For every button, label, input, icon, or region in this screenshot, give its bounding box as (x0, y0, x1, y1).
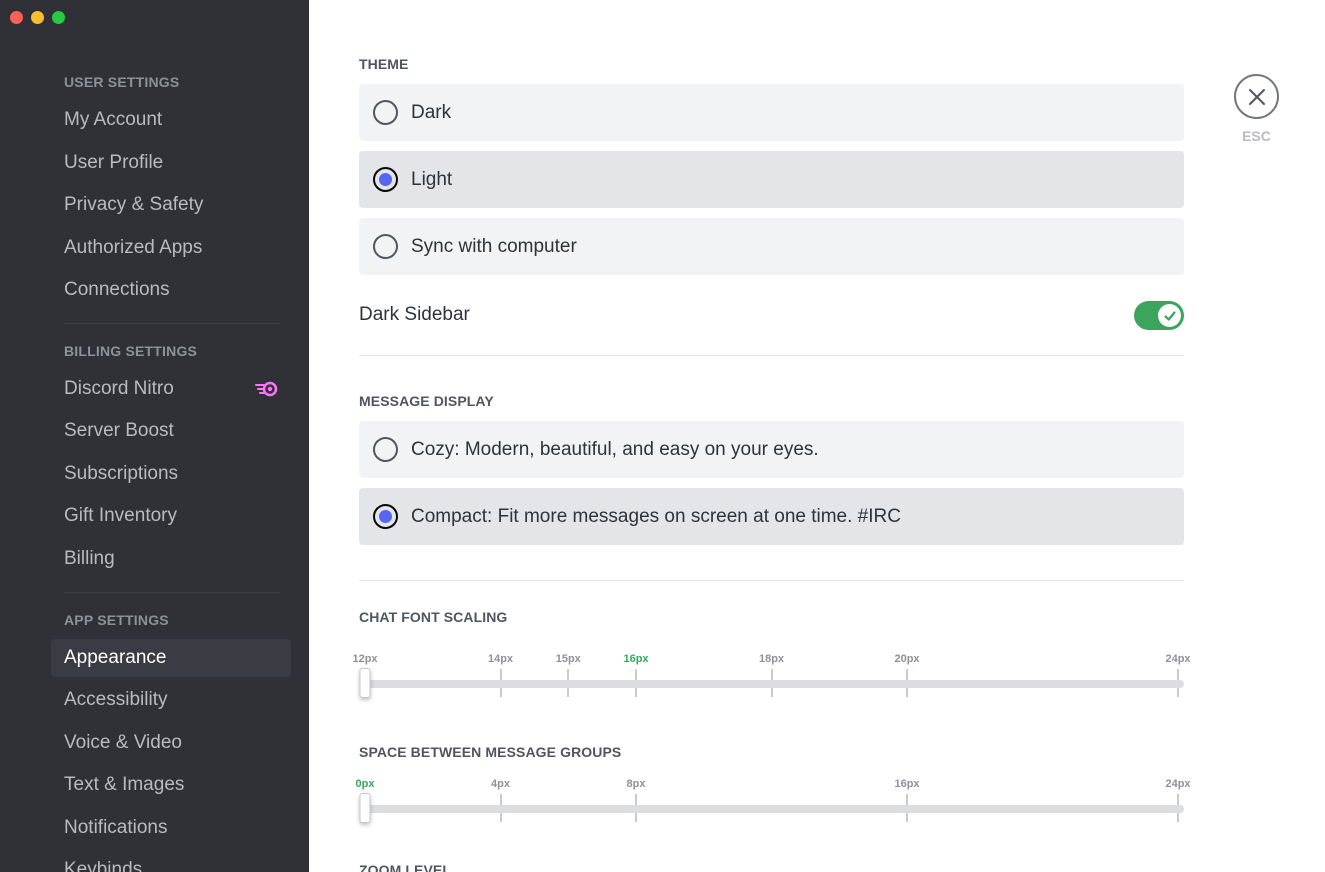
sidebar-header-user-settings: User Settings (64, 74, 180, 90)
sidebar-item-keybinds[interactable]: Keybinds (51, 851, 291, 872)
sidebar-item-billing[interactable]: Billing (51, 540, 291, 578)
close-settings-button[interactable] (1234, 74, 1279, 119)
zoom-level-title: Zoom Level (359, 862, 451, 872)
sidebar-item-my-account[interactable]: My Account (51, 101, 291, 139)
sidebar-item-label: Voice & Video (64, 732, 182, 753)
settings-sidebar: User Settings My Account User Profile Pr… (0, 0, 309, 872)
sidebar-item-appearance[interactable]: Appearance (51, 639, 291, 677)
slider-track[interactable] (365, 805, 1184, 813)
sidebar-item-label: Discord Nitro (64, 378, 174, 399)
close-icon (1248, 88, 1265, 105)
chat-font-scaling-title: Chat Font Scaling (359, 609, 508, 625)
sidebar-item-label: Notifications (64, 817, 168, 838)
radio-button-selected[interactable] (373, 167, 398, 192)
slider-tick-label: 4px (491, 778, 510, 790)
sidebar-header-billing-settings: Billing Settings (64, 343, 198, 359)
message-display-option-cozy[interactable]: Cozy: Modern, beautiful, and easy on you… (359, 421, 1184, 478)
radio-button[interactable] (373, 437, 398, 462)
radio-button[interactable] (373, 234, 398, 259)
sidebar-header-app-settings: App Settings (64, 612, 169, 628)
sidebar-item-voice-video[interactable]: Voice & Video (51, 724, 291, 762)
theme-option-light[interactable]: Light (359, 151, 1184, 208)
esc-label: ESC (1242, 128, 1271, 144)
close-window-button[interactable] (10, 11, 23, 24)
message-group-spacing-title: Space Between Message Groups (359, 744, 622, 760)
slider-tick-label: 8px (626, 778, 646, 790)
slider-track[interactable] (365, 680, 1184, 688)
sidebar-item-label: Server Boost (64, 420, 174, 441)
window-controls (10, 11, 65, 24)
sidebar-item-text-images[interactable]: Text & Images (51, 766, 291, 804)
slider-handle[interactable] (359, 668, 371, 698)
sidebar-item-gift-inventory[interactable]: Gift Inventory (51, 497, 291, 535)
sidebar-item-label: Gift Inventory (64, 505, 177, 526)
section-divider (359, 355, 1184, 356)
chat-font-scaling-slider[interactable]: 12px 14px 15px 16px 18px 20px 24px (352, 653, 1191, 713)
slider-tick-label: 0px (355, 778, 375, 790)
slider-tick-label: 15px (555, 653, 581, 665)
sidebar-item-label: Accessibility (64, 689, 168, 710)
sidebar-divider (64, 323, 280, 324)
theme-option-label: Light (411, 168, 453, 190)
sidebar-item-label: Subscriptions (64, 463, 179, 484)
sidebar-item-server-boost[interactable]: Server Boost (51, 412, 291, 450)
slider-tick-label: 20px (894, 653, 920, 665)
slider-tick-label: 24px (1165, 653, 1191, 665)
sidebar-item-label: Billing (64, 548, 115, 569)
message-display-option-label: Compact: Fit more messages on screen at … (411, 505, 901, 527)
sidebar-divider (64, 592, 280, 593)
sidebar-item-connections[interactable]: Connections (51, 271, 291, 309)
minimize-window-button[interactable] (31, 11, 44, 24)
sidebar-item-accessibility[interactable]: Accessibility (51, 681, 291, 719)
dark-sidebar-toggle[interactable] (1134, 301, 1184, 330)
theme-option-label: Sync with computer (411, 235, 577, 257)
sidebar-item-user-profile[interactable]: User Profile (51, 144, 291, 182)
sidebar-item-discord-nitro[interactable]: Discord Nitro (51, 370, 291, 408)
sidebar-item-label: Text & Images (64, 774, 185, 795)
sidebar-item-label: Connections (64, 279, 170, 300)
message-group-spacing-slider[interactable]: 0px 4px 8px 16px 24px (355, 778, 1191, 838)
check-icon (1163, 310, 1176, 321)
message-display-option-compact[interactable]: Compact: Fit more messages on screen at … (359, 488, 1184, 545)
slider-tick-label: 16px (623, 653, 649, 665)
theme-section-title: Theme (359, 56, 409, 72)
sidebar-item-label: Appearance (64, 647, 167, 668)
sidebar-item-authorized-apps[interactable]: Authorized Apps (51, 229, 291, 267)
sidebar-item-label: Privacy & Safety (64, 194, 204, 215)
slider-tick-label: 24px (1165, 778, 1191, 790)
theme-option-label: Dark (411, 101, 452, 123)
maximize-window-button[interactable] (52, 11, 65, 24)
message-display-option-label: Cozy: Modern, beautiful, and easy on you… (411, 438, 819, 460)
radio-button-selected[interactable] (373, 504, 398, 529)
theme-option-sync[interactable]: Sync with computer (359, 218, 1184, 275)
sidebar-item-label: Keybinds (64, 859, 143, 872)
slider-tick-label: 12px (352, 653, 378, 665)
section-divider (359, 580, 1184, 581)
sidebar-item-label: User Profile (64, 152, 164, 173)
toggle-knob (1158, 304, 1181, 327)
nitro-icon (255, 381, 278, 397)
sidebar-item-label: My Account (64, 109, 163, 130)
slider-tick-label: 18px (758, 653, 785, 665)
slider-tick-label: 14px (487, 653, 514, 665)
slider-tick-label: 16px (894, 778, 920, 790)
sidebar-item-label: Authorized Apps (64, 237, 203, 258)
radio-button[interactable] (373, 100, 398, 125)
sidebar-item-subscriptions[interactable]: Subscriptions (51, 455, 291, 493)
sidebar-item-privacy-safety[interactable]: Privacy & Safety (51, 186, 291, 224)
theme-option-dark[interactable]: Dark (359, 84, 1184, 141)
sidebar-item-notifications[interactable]: Notifications (51, 809, 291, 847)
dark-sidebar-label: Dark Sidebar (359, 304, 470, 325)
message-display-section-title: Message Display (359, 393, 494, 409)
slider-handle[interactable] (359, 793, 371, 823)
